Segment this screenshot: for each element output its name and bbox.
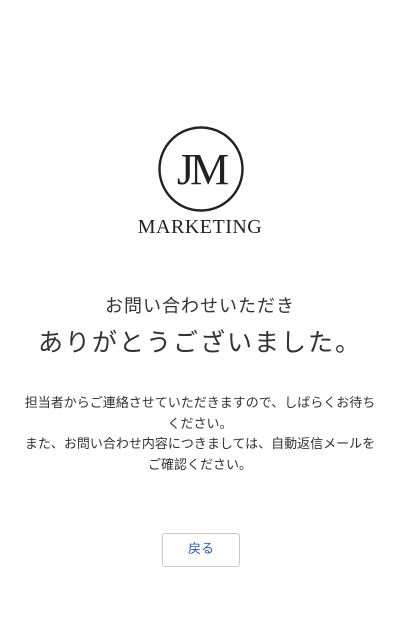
back-button[interactable]: 戻る [162,533,240,567]
logo-monogram-text: JM [177,145,228,194]
thanks-title: ありがとうございました。 [37,328,362,357]
jm-monogram-logo: JM [158,126,244,212]
message-line-contact: 担当者からご連絡させていただきますので、しばらくお待ちください。 [24,396,376,432]
message-line-autoreply: また、お問い合わせ内容につきましては、自動返信メールをご確認ください。 [24,437,376,473]
thank-you-page: JM MARKETING お問い合わせいただき ありがとうございました。 担当者… [0,0,400,638]
thanks-subtitle: お問い合わせいただき [105,296,295,317]
brand-logo: JM MARKETING [0,124,400,244]
logo-wordmark: MARKETING [137,216,263,238]
thanks-message: 担当者からご連絡させていただきますので、しばらくお待ちください。 また、お問い合… [24,394,376,476]
